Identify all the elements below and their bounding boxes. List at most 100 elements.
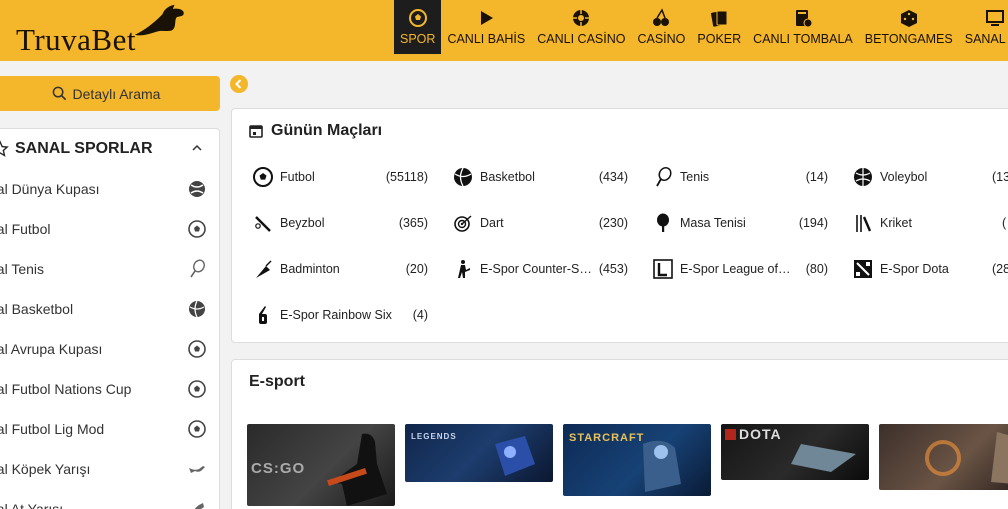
dice-icon <box>900 10 917 27</box>
league-of-legends-icon <box>653 259 673 279</box>
bingo-icon <box>795 10 813 28</box>
sidebar-item-label: nal Tenis <box>0 261 45 277</box>
sport-name: E-Spor Rainbow Six <box>280 308 392 322</box>
sidebar-item-label: nal Dünya Kupası <box>0 181 100 197</box>
cards-icon <box>711 10 728 27</box>
nav-spor[interactable]: SPOR <box>394 0 442 54</box>
sport-count: (434) <box>598 170 628 184</box>
sport-count: (28 <box>992 262 1008 276</box>
dart-icon <box>454 215 472 232</box>
game-thumb-dota[interactable]: DOTA <box>721 424 869 480</box>
badminton-icon <box>256 260 272 278</box>
sidebar-item[interactable]: nal Futbol <box>0 209 219 249</box>
truvabet-logo[interactable]: TruvaBet <box>16 4 184 58</box>
sidebar-item[interactable]: nal Köpek Yarışı <box>0 449 219 489</box>
sport-count: (13 <box>992 170 1008 184</box>
nav-label: SPOR <box>400 32 436 46</box>
game-thumb-starcraft[interactable]: STARCRAFT <box>563 424 711 496</box>
sidebar-item[interactable]: nal Futbol Nations Cup <box>0 369 219 409</box>
todays-matches-title: Günün Maçları <box>249 122 382 140</box>
roulette-icon <box>573 10 590 26</box>
nav-label: SANAL BA <box>964 32 1008 46</box>
greyhound-icon <box>189 466 205 473</box>
sport-count: (230) <box>598 216 628 230</box>
sport-rainbow-six[interactable]: E-Spor Rainbow Six (4) <box>252 303 428 327</box>
soldier-figure <box>327 433 387 506</box>
sport-name: Masa Tenisi <box>680 216 746 230</box>
sport-count: (14) <box>805 170 828 184</box>
nav-label: CANLI BAHİS <box>447 32 526 46</box>
detailed-search-button[interactable]: Detaylı Arama <box>0 76 220 111</box>
sidebar-item-label: nal Futbol Nations Cup <box>0 381 132 397</box>
dota-logo-icon <box>725 429 856 472</box>
sport-count: (55118) <box>385 170 428 184</box>
counter-strike-icon <box>458 260 470 278</box>
game-thumb-lol[interactable]: LEGENDS <box>405 424 553 482</box>
nav-casino[interactable]: CASİNO <box>631 0 691 54</box>
nav-sanal-bahis[interactable]: SANAL BA <box>959 0 1008 54</box>
baseball-icon <box>255 216 271 232</box>
marine-figure <box>643 440 681 492</box>
sport-count: (453) <box>598 262 628 276</box>
sidebar-item[interactable]: nal At Yarışı <box>0 489 219 509</box>
soccer-ball-icon <box>408 9 427 27</box>
sport-tenis[interactable]: Tenis (14) <box>652 165 828 189</box>
sport-basketbol[interactable]: Basketbol (434) <box>452 165 628 189</box>
monitor-icon <box>986 10 1005 26</box>
sidebar-item-label: nal Avrupa Kupası <box>0 341 103 357</box>
sport-counter-strike[interactable]: E-Spor Counter-Str… (453) <box>452 257 628 281</box>
rainbow-six-icon <box>259 306 267 324</box>
sport-count: ( <box>1002 216 1007 230</box>
sport-name: E-Spor League of Le… <box>680 262 792 276</box>
game-thumb-csgo[interactable]: CS:GO <box>247 424 395 506</box>
sport-kriket[interactable]: Kriket ( <box>852 211 1008 235</box>
chevron-up-icon[interactable] <box>191 142 203 154</box>
nav-canli-bahis[interactable]: CANLI BAHİS <box>441 0 531 54</box>
horse-icon <box>194 503 204 509</box>
sport-league-of-legends[interactable]: E-Spor League of Le… (80) <box>652 257 828 281</box>
sport-name: Basketbol <box>480 170 535 184</box>
world-cup-ball-icon <box>189 181 205 197</box>
virtual-sports-header[interactable]: SANAL SPORLAR <box>0 129 219 169</box>
sidebar-item-label: nal Futbol Lig Mod <box>0 421 105 437</box>
basketball-icon <box>189 300 205 318</box>
sport-masa-tenisi[interactable]: Masa Tenisi (194) <box>652 211 828 235</box>
sport-beyzbol[interactable]: Beyzbol (365) <box>252 211 428 235</box>
logo-text: TruvaBet <box>16 22 136 57</box>
nav-canli-tombala[interactable]: CANLI TOMBALA <box>747 0 859 54</box>
soccer-ball-icon <box>188 220 206 238</box>
sidebar-item[interactable]: nal Dünya Kupası <box>0 169 219 209</box>
sport-badminton[interactable]: Badminton (20) <box>252 257 428 281</box>
overwatch-logo-icon <box>925 432 1008 484</box>
todays-matches-panel: Günün Maçları Futbol (55118) Basketbol (… <box>231 108 1008 343</box>
nav-label: POKER <box>697 32 742 46</box>
nav-label: BETONGAMES <box>864 32 953 46</box>
nav-poker[interactable]: POKER <box>691 0 747 54</box>
soccer-ball-icon <box>188 380 206 398</box>
sport-name: Dart <box>480 216 504 230</box>
nav-betongames[interactable]: BETONGAMES <box>859 0 959 54</box>
sidebar-item[interactable]: nal Basketbol <box>0 289 219 329</box>
main-nav: SPOR CANLI BAHİS CANLI CASİNO CASİNO POK… <box>394 0 1008 61</box>
search-icon <box>52 86 66 101</box>
sidebar-item[interactable]: nal Futbol Lig Mod <box>0 409 219 449</box>
collapse-sidebar-icon[interactable] <box>230 75 248 93</box>
sport-voleybol[interactable]: Voleybol (13 <box>852 165 1008 189</box>
sport-dota[interactable]: E-Spor Dota (28 <box>852 257 1008 281</box>
cricket-icon <box>856 215 872 232</box>
sport-count: (80) <box>805 262 828 276</box>
sport-name: Badminton <box>280 262 340 276</box>
sport-futbol[interactable]: Futbol (55118) <box>252 165 428 189</box>
nav-canli-casino[interactable]: CANLI CASİNO <box>531 0 631 54</box>
game-thumb-overwatch[interactable] <box>879 424 1008 490</box>
sidebar-item[interactable]: nal Avrupa Kupası <box>0 329 219 369</box>
calendar-icon <box>249 125 263 138</box>
nav-label: CANLI CASİNO <box>537 32 626 46</box>
sidebar-item[interactable]: nal Tenis <box>0 249 219 289</box>
soccer-ball-icon <box>188 420 206 438</box>
sport-name: Kriket <box>880 216 912 230</box>
top-header: TruvaBet SPOR CANLI BAHİS CANLI CASİNO C… <box>0 0 1008 61</box>
table-tennis-icon <box>657 213 669 232</box>
sport-dart[interactable]: Dart (230) <box>452 211 628 235</box>
section-title: SANAL SPORLAR <box>15 140 153 157</box>
